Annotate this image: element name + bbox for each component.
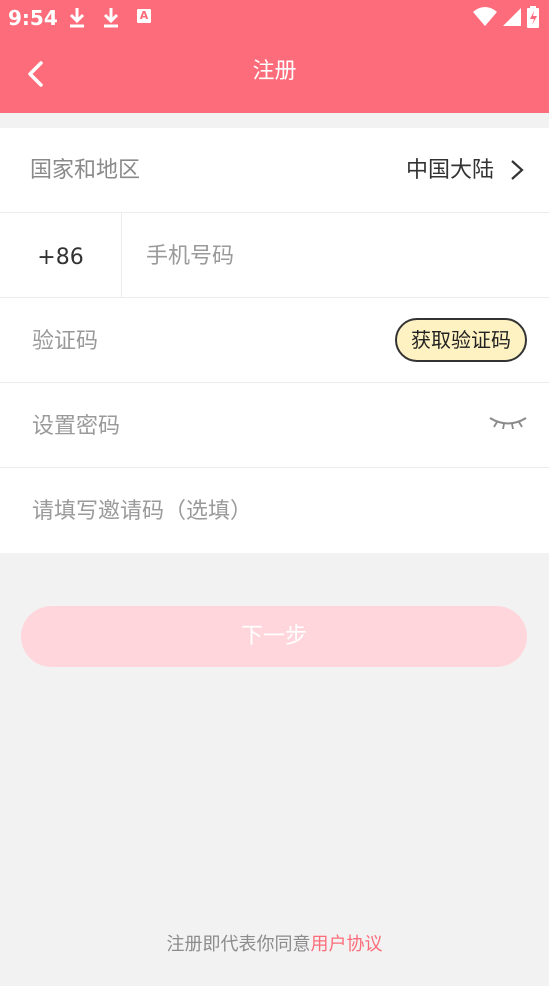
next-step-button[interactable]: 下一步 xyxy=(21,606,527,667)
password-input[interactable] xyxy=(30,383,474,470)
app-header: 9:54 A 注册 xyxy=(0,0,549,113)
invite-code-input[interactable] xyxy=(30,468,524,555)
wifi-icon xyxy=(473,7,497,31)
download-icon xyxy=(68,6,86,33)
download-icon xyxy=(102,6,120,33)
eye-closed-icon[interactable] xyxy=(489,413,527,433)
user-agreement-link[interactable]: 用户协议 xyxy=(311,934,383,955)
country-code-selector[interactable]: +86 xyxy=(0,213,122,298)
page-title: 注册 xyxy=(252,59,297,84)
verify-row: 获取验证码 xyxy=(0,298,549,385)
agreement-text: 注册即代表你同意用户协议 xyxy=(0,930,549,956)
region-label: 国家和地区 xyxy=(30,158,141,183)
a-icon: A xyxy=(137,9,151,23)
chevron-right-icon[interactable] xyxy=(509,158,525,182)
phone-row: +86 xyxy=(0,213,549,300)
verify-code-input[interactable] xyxy=(30,298,364,385)
get-code-button[interactable]: 获取验证码 xyxy=(395,318,527,362)
agreement-prefix: 注册即代表你同意 xyxy=(166,934,311,955)
region-value[interactable]: 中国大陆 xyxy=(406,128,494,213)
battery-icon xyxy=(527,6,539,32)
phone-input[interactable] xyxy=(144,213,528,300)
status-bar: 9:54 A xyxy=(0,0,549,36)
signal-icon xyxy=(503,8,521,30)
system-icons xyxy=(473,6,539,32)
invite-row xyxy=(0,468,549,555)
region-row[interactable]: 国家和地区 中国大陆 xyxy=(0,128,549,213)
status-time: 9:54 xyxy=(8,6,58,30)
register-form: 国家和地区 中国大陆 +86 获取验证码 xyxy=(0,128,549,555)
password-row xyxy=(0,383,549,470)
